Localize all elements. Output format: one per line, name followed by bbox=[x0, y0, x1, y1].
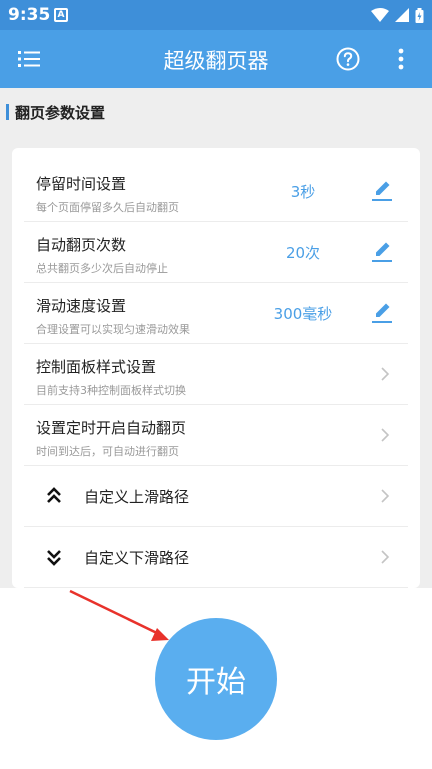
edit-icon[interactable] bbox=[372, 179, 392, 203]
wifi-icon bbox=[371, 8, 389, 22]
chevron-right-icon bbox=[381, 367, 390, 381]
section-title: 翻页参数设置 bbox=[15, 104, 106, 122]
chevron-right-icon bbox=[381, 428, 390, 442]
path-title: 自定义下滑路径 bbox=[84, 549, 190, 567]
setting-row-scroll-speed[interactable]: 滑动速度设置 合理设置可以实现匀速滑动效果 300毫秒 bbox=[24, 283, 408, 344]
status-icons bbox=[371, 7, 424, 23]
setting-row-panel-style[interactable]: 控制面板样式设置 目前支持3种控制面板样式切换 bbox=[24, 344, 408, 405]
setting-title: 控制面板样式设置 bbox=[36, 358, 157, 376]
path-title: 自定义上滑路径 bbox=[84, 488, 190, 506]
setting-value: 20次 bbox=[285, 244, 321, 262]
setting-title: 停留时间设置 bbox=[36, 175, 127, 193]
chevron-right-icon bbox=[381, 489, 390, 503]
status-time: 9:35 bbox=[8, 5, 51, 25]
setting-value: 3秒 bbox=[290, 183, 316, 201]
setting-subtitle: 总共翻页多少次后自动停止 bbox=[36, 262, 168, 275]
setting-row-stay-time[interactable]: 停留时间设置 每个页面停留多久后自动翻页 3秒 bbox=[24, 161, 408, 222]
setting-subtitle: 每个页面停留多久后自动翻页 bbox=[36, 201, 179, 214]
setting-title: 滑动速度设置 bbox=[36, 297, 127, 315]
section-header: 翻页参数设置 bbox=[0, 88, 432, 136]
edit-icon[interactable] bbox=[372, 240, 392, 264]
edit-icon[interactable] bbox=[372, 301, 392, 325]
annotation-arrow-icon bbox=[69, 589, 169, 641]
help-icon[interactable] bbox=[336, 47, 360, 71]
setting-row-page-count[interactable]: 自动翻页次数 总共翻页多少次后自动停止 20次 bbox=[24, 222, 408, 283]
setting-subtitle: 目前支持3种控制面板样式切换 bbox=[36, 384, 186, 397]
start-button[interactable]: 开始 bbox=[155, 618, 277, 740]
settings-card: 停留时间设置 每个页面停留多久后自动翻页 3秒 自动翻页次数 总共翻页多少次后自… bbox=[12, 148, 420, 588]
setting-row-timer[interactable]: 设置定时开启自动翻页 时间到达后，可自动进行翻页 bbox=[24, 405, 408, 466]
status-bar: 9:35 A bbox=[0, 0, 432, 30]
setting-title: 自动翻页次数 bbox=[36, 236, 127, 254]
double-chevron-up-icon bbox=[47, 487, 61, 503]
battery-icon bbox=[415, 7, 424, 23]
chevron-right-icon bbox=[381, 550, 390, 564]
setting-value: 300毫秒 bbox=[273, 305, 333, 323]
setting-title: 设置定时开启自动翻页 bbox=[36, 419, 187, 437]
more-options-icon[interactable] bbox=[396, 47, 406, 71]
setting-subtitle: 时间到达后，可自动进行翻页 bbox=[36, 445, 179, 458]
signal-icon bbox=[395, 8, 409, 22]
app-bar: 超级翻页器 bbox=[0, 30, 432, 88]
double-chevron-down-icon bbox=[47, 550, 61, 566]
path-row-swipe-down[interactable]: 自定义下滑路径 bbox=[24, 527, 408, 588]
path-row-swipe-up[interactable]: 自定义上滑路径 bbox=[24, 466, 408, 527]
app-title: 超级翻页器 bbox=[163, 49, 269, 73]
section-accent-bar bbox=[6, 104, 9, 120]
setting-subtitle: 合理设置可以实现匀速滑动效果 bbox=[36, 323, 190, 336]
app-notification-icon: A bbox=[54, 8, 68, 22]
